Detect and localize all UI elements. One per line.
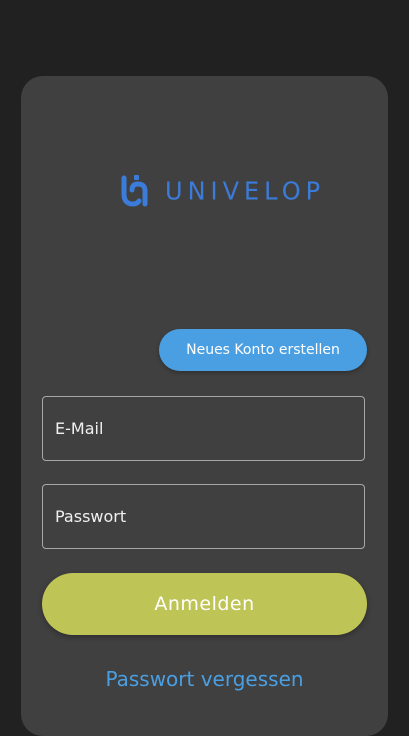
brand-logo: UNIVELOP: [121, 174, 325, 208]
login-card: UNIVELOP Neues Konto erstellen Anmelden …: [21, 76, 388, 736]
login-button[interactable]: Anmelden: [42, 573, 367, 635]
password-field[interactable]: [42, 484, 365, 549]
email-field[interactable]: [42, 396, 365, 461]
password-input[interactable]: [55, 507, 364, 526]
forgot-password-link[interactable]: Passwort vergessen: [21, 667, 388, 691]
email-input[interactable]: [55, 419, 364, 438]
univelop-logo-icon: [121, 174, 151, 208]
brand-name: UNIVELOP: [165, 176, 326, 206]
create-account-button[interactable]: Neues Konto erstellen: [159, 329, 367, 371]
